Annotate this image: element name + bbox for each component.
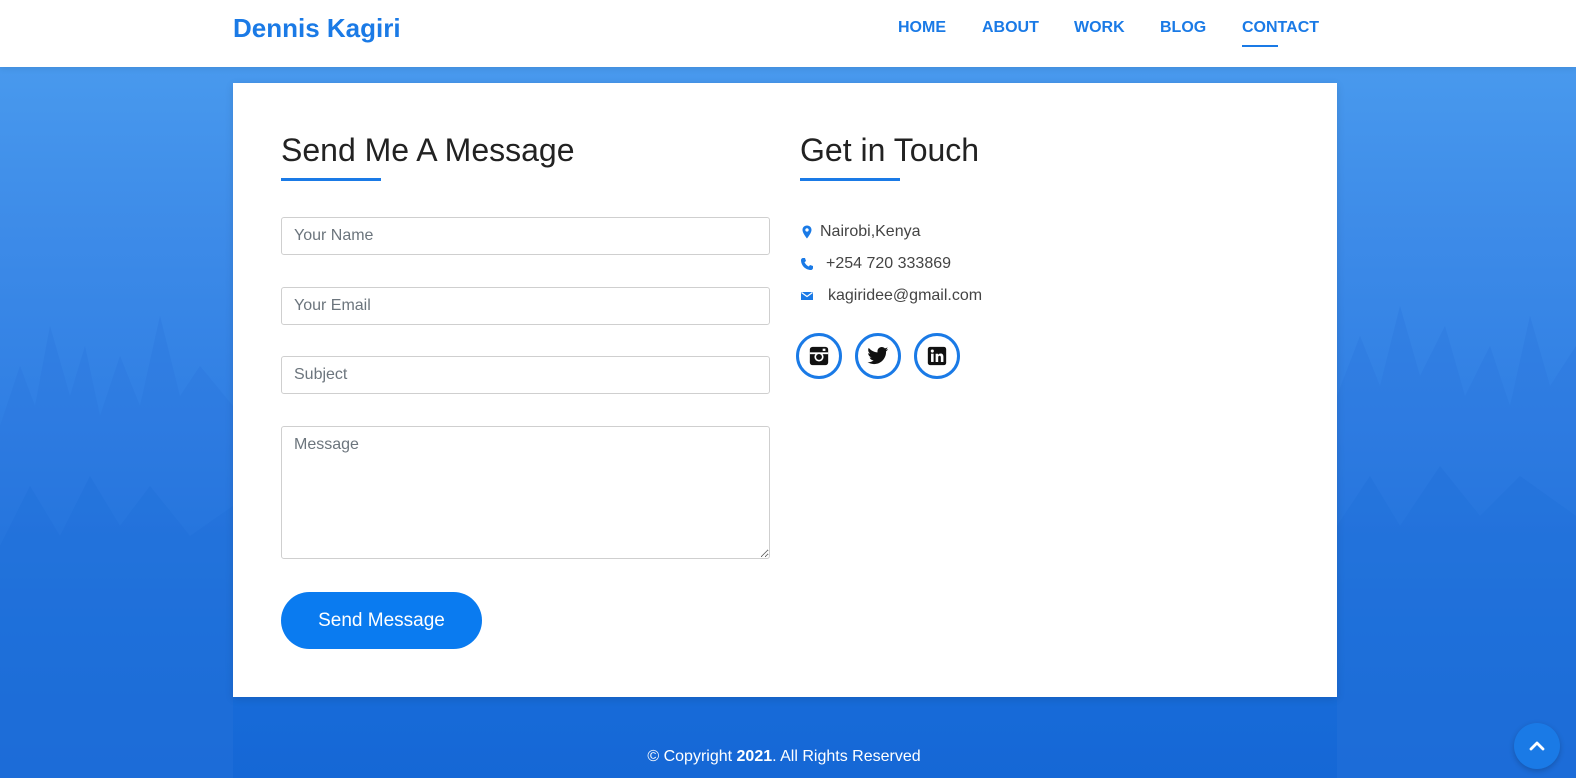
contact-title: Get in Touch [800, 132, 980, 168]
contact-phone: +254 720 333869 [800, 253, 951, 275]
email-input[interactable] [281, 287, 770, 325]
email-text[interactable]: kagiridee@gmail.com [828, 287, 982, 305]
subject-input[interactable] [281, 356, 770, 394]
nav-contact[interactable]: CONTACT [1242, 19, 1319, 47]
nav-about[interactable]: ABOUT [982, 19, 1039, 37]
contact-location: Nairobi,Kenya [800, 221, 921, 243]
contact-email: kagiridee@gmail.com [800, 285, 982, 307]
footer-prefix: © Copyright [647, 748, 737, 765]
chevron-up-icon [1528, 737, 1546, 755]
send-message-button[interactable]: Send Message [281, 592, 482, 649]
nav-blog[interactable]: BLOG [1160, 19, 1206, 37]
map-pin-icon [800, 225, 814, 239]
linkedin-icon [926, 345, 948, 367]
message-textarea[interactable] [281, 426, 770, 559]
envelope-icon [800, 289, 814, 303]
linkedin-link[interactable] [914, 333, 960, 379]
main-nav: HOME ABOUT WORK BLOG CONTACT [0, 19, 1576, 49]
form-title: Send Me A Message [281, 132, 575, 168]
phone-text[interactable]: +254 720 333869 [826, 255, 951, 273]
footer-copyright: © Copyright 2021. All Rights Reserved [0, 748, 1568, 766]
footer-year: 2021 [736, 748, 773, 765]
instagram-link[interactable] [796, 333, 842, 379]
form-title-underline [281, 178, 381, 181]
contact-title-underline [800, 178, 900, 181]
instagram-icon [808, 345, 830, 367]
back-to-top-button[interactable] [1514, 723, 1560, 769]
nav-home[interactable]: HOME [898, 19, 946, 37]
location-text: Nairobi,Kenya [820, 223, 921, 240]
phone-icon [800, 257, 814, 271]
name-input[interactable] [281, 217, 770, 255]
twitter-link[interactable] [855, 333, 901, 379]
site-header: Dennis Kagiri HOME ABOUT WORK BLOG CONTA… [0, 0, 1576, 67]
nav-work[interactable]: WORK [1074, 19, 1125, 37]
twitter-icon [867, 345, 889, 367]
footer-suffix: . All Rights Reserved [772, 748, 921, 765]
contact-card: Send Me A Message Send Message Get in To… [233, 83, 1337, 697]
